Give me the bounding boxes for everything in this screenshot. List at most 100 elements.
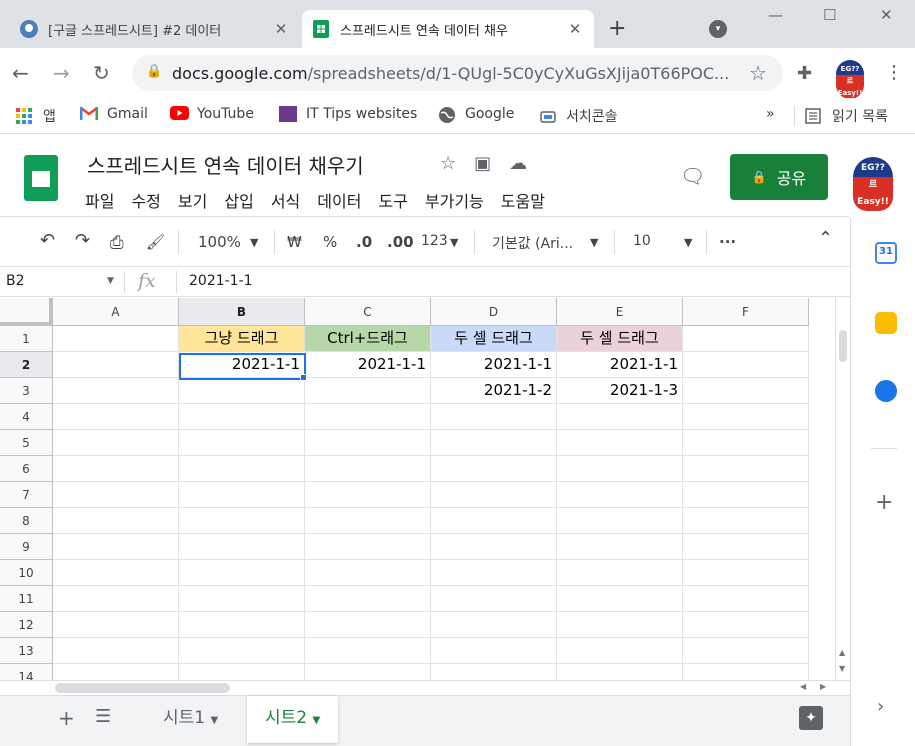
cell-d1[interactable]: 두 셀 드래그 [431, 326, 557, 352]
row-header-3[interactable]: 3 [0, 378, 53, 404]
cell-d11[interactable] [431, 586, 557, 612]
font-family-select[interactable]: 기본값 (Ari... [492, 233, 573, 253]
row-header-12[interactable]: 12 [0, 612, 53, 638]
formula-input[interactable]: 2021-1-1 [189, 273, 253, 289]
share-button[interactable]: 🔒 공유 [730, 154, 828, 200]
cell-b3[interactable] [179, 378, 305, 404]
menu-format[interactable]: 서식 [271, 188, 300, 212]
cell-c5[interactable] [305, 430, 431, 456]
font-size-select[interactable]: 10 [633, 233, 651, 249]
cell-a1[interactable] [53, 326, 179, 352]
row-header-9[interactable]: 9 [0, 534, 53, 560]
bookmark-it-tips[interactable]: IT Tips websites [279, 106, 417, 122]
all-sheets-menu-icon[interactable]: ☰ [95, 706, 111, 727]
menu-view[interactable]: 보기 [178, 188, 207, 212]
tasks-icon[interactable] [875, 380, 897, 402]
menu-file[interactable]: 파일 [85, 188, 114, 212]
cell-e10[interactable] [557, 560, 683, 586]
cell-c7[interactable] [305, 482, 431, 508]
more-options-icon[interactable]: ··· [719, 233, 736, 251]
cell-e11[interactable] [557, 586, 683, 612]
cell-a9[interactable] [53, 534, 179, 560]
cell-d7[interactable] [431, 482, 557, 508]
cell-f8[interactable] [683, 508, 809, 534]
cell-d14[interactable] [431, 664, 557, 680]
cell-f7[interactable] [683, 482, 809, 508]
column-header-f[interactable]: F [683, 298, 809, 326]
column-header-b[interactable]: B [179, 298, 305, 326]
cell-d9[interactable] [431, 534, 557, 560]
browser-tab-2[interactable]: 스프레드시트 연속 데이터 채우 ✕ [302, 10, 594, 48]
cell-f5[interactable] [683, 430, 809, 456]
menu-insert[interactable]: 삽입 [224, 188, 253, 212]
close-icon[interactable]: ✕ [272, 20, 290, 38]
menu-tools[interactable]: 도구 [378, 188, 407, 212]
cell-b11[interactable] [179, 586, 305, 612]
bookmark-youtube[interactable]: YouTube [170, 106, 254, 122]
cell-b14[interactable] [179, 664, 305, 680]
cell-f11[interactable] [683, 586, 809, 612]
calendar-icon[interactable]: 31 [875, 242, 897, 264]
percent-format-button[interactable]: % [323, 233, 337, 251]
cell-d8[interactable] [431, 508, 557, 534]
paint-format-icon[interactable]: 🖌 [146, 233, 165, 251]
undo-icon[interactable]: ↶ [40, 230, 55, 251]
cell-a13[interactable] [53, 638, 179, 664]
cell-c14[interactable] [305, 664, 431, 680]
increase-decimals-button[interactable]: .00 [387, 233, 414, 251]
cell-d6[interactable] [431, 456, 557, 482]
spreadsheet-grid[interactable]: A B C D E F 1 그냥 드래그 Ctrl+드래그 두 셀 드래그 두 셀 드래그 2 2021… [0, 298, 835, 680]
menu-edit[interactable]: 수정 [131, 188, 160, 212]
cell-d5[interactable] [431, 430, 557, 456]
cell-e7[interactable] [557, 482, 683, 508]
row-header-8[interactable]: 8 [0, 508, 53, 534]
cell-e13[interactable] [557, 638, 683, 664]
menu-data[interactable]: 데이터 [317, 188, 361, 212]
add-sheet-button[interactable]: + [58, 706, 75, 730]
cell-b9[interactable] [179, 534, 305, 560]
document-title[interactable]: 스프레드시트 연속 데이터 채우기 [87, 150, 364, 179]
cell-b2[interactable]: 2021-1-1 [179, 352, 305, 378]
cell-e6[interactable] [557, 456, 683, 482]
bookmark-google[interactable]: Google [438, 106, 514, 123]
cell-a8[interactable] [53, 508, 179, 534]
cell-f4[interactable] [683, 404, 809, 430]
cell-d12[interactable] [431, 612, 557, 638]
cell-c6[interactable] [305, 456, 431, 482]
cell-a5[interactable] [53, 430, 179, 456]
cell-c1[interactable]: Ctrl+드래그 [305, 326, 431, 352]
cell-a10[interactable] [53, 560, 179, 586]
sheets-logo-icon[interactable] [24, 155, 58, 201]
close-icon[interactable]: ✕ [566, 20, 584, 38]
decrease-decimals-button[interactable]: .0 [356, 233, 372, 251]
cell-d10[interactable] [431, 560, 557, 586]
cell-f2[interactable] [683, 352, 809, 378]
cell-c8[interactable] [305, 508, 431, 534]
cell-e5[interactable] [557, 430, 683, 456]
cell-b6[interactable] [179, 456, 305, 482]
maximize-icon[interactable]: ☐ [823, 6, 836, 24]
move-folder-icon[interactable]: ▣ [474, 153, 509, 174]
cell-e4[interactable] [557, 404, 683, 430]
row-header-5[interactable]: 5 [0, 430, 53, 456]
cell-a4[interactable] [53, 404, 179, 430]
cell-e8[interactable] [557, 508, 683, 534]
reading-list-button[interactable]: 읽기 목록 [794, 106, 888, 126]
redo-icon[interactable]: ↷ [75, 230, 90, 251]
column-header-e[interactable]: E [557, 298, 683, 326]
bookmark-apps[interactable]: 앱 [16, 106, 56, 126]
browser-profile-avatar[interactable]: EG?? 르 Easy!! [836, 60, 864, 99]
select-all-corner[interactable] [0, 298, 53, 326]
star-icon[interactable]: ☆ [440, 153, 474, 174]
currency-format-button[interactable]: ₩ [287, 233, 302, 251]
bookmark-star-icon[interactable]: ☆ [749, 61, 767, 85]
bookmark-gmail[interactable]: Gmail [80, 106, 148, 122]
minimize-icon[interactable]: — [768, 6, 783, 24]
row-header-13[interactable]: 13 [0, 638, 53, 664]
menu-help[interactable]: 도움말 [501, 188, 545, 212]
bookmark-search-console[interactable]: 서치콘솔 [539, 106, 618, 126]
window-close-icon[interactable]: ✕ [880, 6, 893, 24]
zoom-select[interactable]: 100% [198, 233, 241, 251]
fill-handle[interactable] [300, 374, 307, 381]
cell-a7[interactable] [53, 482, 179, 508]
